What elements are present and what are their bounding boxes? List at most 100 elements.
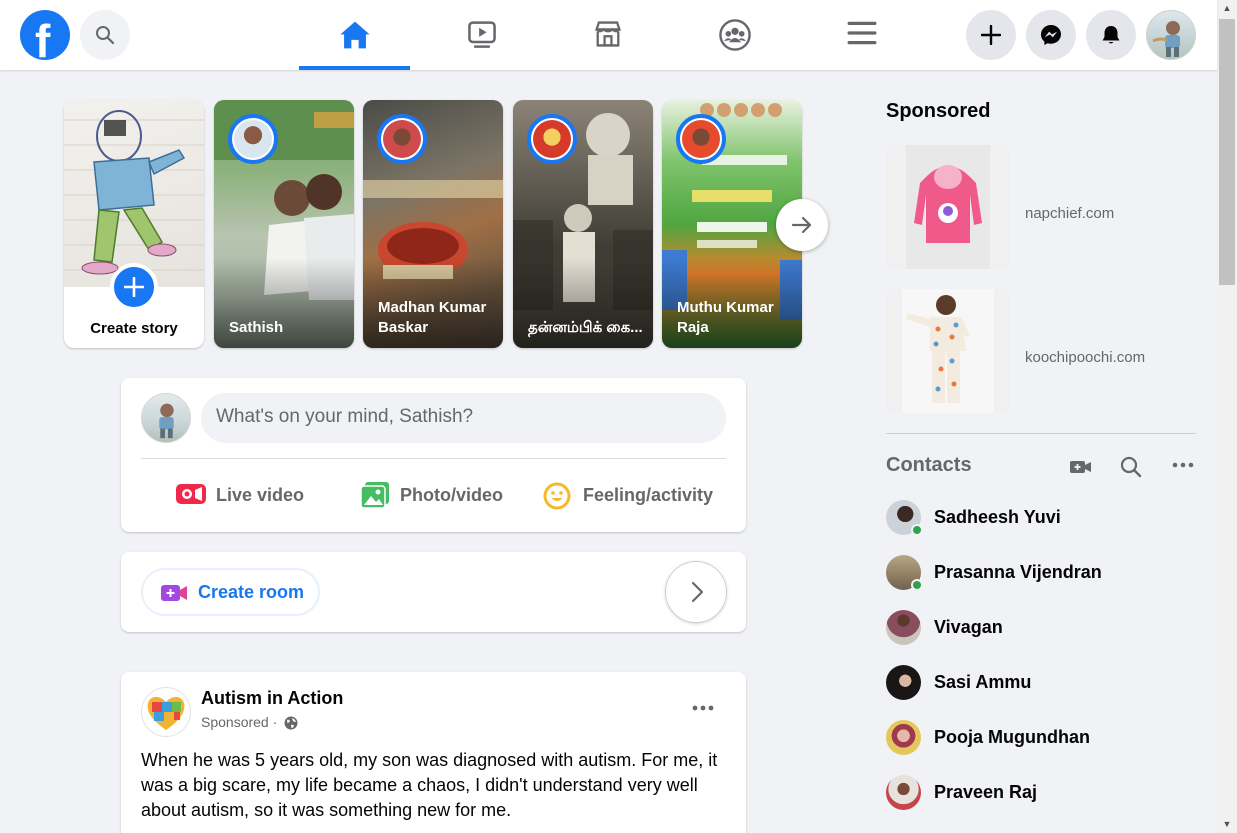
contact-avatar — [886, 720, 921, 755]
search-icon — [96, 26, 115, 45]
online-status-dot — [911, 579, 923, 591]
groups-icon — [718, 19, 751, 51]
search-icon — [1120, 456, 1142, 478]
stories-next-button[interactable] — [776, 199, 828, 251]
search-button[interactable] — [80, 10, 130, 60]
video-camera-plus-icon — [1070, 461, 1091, 473]
live-video-icon — [176, 484, 206, 504]
account-avatar[interactable] — [1146, 10, 1196, 60]
post-sponsored-label[interactable]: Sponsored · — [201, 714, 277, 730]
contact-name: Praveen Raj — [934, 782, 1038, 802]
story-author-name: Madhan Kumar Baskar — [378, 299, 487, 336]
rooms-bar: Create room — [121, 552, 746, 632]
nav-tab-menu[interactable] — [806, 0, 917, 70]
messenger-button[interactable] — [1026, 10, 1076, 60]
contact-avatar — [886, 665, 921, 700]
create-story-plus-button[interactable] — [110, 263, 158, 311]
nav-tab-groups[interactable] — [679, 0, 790, 70]
sponsored-heading: Sponsored — [886, 100, 991, 122]
home-icon — [339, 21, 370, 49]
contact-avatar — [886, 775, 921, 810]
hamburger-menu-icon — [847, 21, 876, 45]
create-room-label: Create room — [198, 582, 305, 602]
room-video-icon — [161, 585, 187, 601]
nav-tab-home[interactable] — [299, 0, 410, 70]
contact-name: Vivagan — [934, 617, 1003, 637]
post-more-options-button[interactable] — [689, 694, 717, 722]
profile-picture — [1152, 21, 1180, 57]
globe-icon — [284, 716, 298, 730]
chevron-right-icon — [691, 581, 704, 603]
story-card[interactable]: Madhan Kumar Baskar — [363, 100, 503, 348]
sponsored-ad[interactable]: napchief.com — [886, 145, 1196, 269]
nav-tab-watch[interactable] — [426, 0, 537, 70]
contact-name: Sadheesh Yuvi — [934, 507, 1061, 527]
contacts-heading: Contacts — [886, 454, 972, 476]
notifications-button[interactable] — [1086, 10, 1136, 60]
create-story-image — [64, 100, 204, 287]
top-navigation-bar: f — [0, 0, 1217, 70]
scroll-thumb[interactable] — [1219, 19, 1235, 285]
contact-name: Sasi Ammu — [934, 672, 1032, 692]
story-avatar-ring — [676, 114, 726, 164]
create-story-label: Create story — [90, 320, 178, 337]
contact-name: Prasanna Vijendran — [934, 562, 1102, 582]
scroll-down-arrow-icon[interactable]: ▼ — [1217, 816, 1237, 833]
contact-item[interactable]: Pooja Mugundhan — [886, 717, 1196, 757]
more-horizontal-icon — [692, 705, 714, 711]
contact-item[interactable]: Sasi Ammu — [886, 662, 1196, 702]
story-author-name: Muthu Kumar Raja — [677, 299, 774, 336]
scroll-up-arrow-icon[interactable]: ▲ — [1217, 0, 1237, 17]
live-video-label: Live video — [216, 485, 305, 505]
search-contacts-button[interactable] — [1119, 455, 1143, 479]
ad-domain: napchief.com — [1025, 205, 1115, 222]
post-text: When he was 5 years old, my son was diag… — [141, 750, 718, 820]
composer-avatar[interactable] — [141, 393, 191, 443]
composer-divider — [141, 458, 726, 459]
sponsored-ad[interactable]: koochipoochi.com — [886, 289, 1196, 413]
create-story-card[interactable]: Create story — [64, 100, 204, 348]
watch-icon — [467, 21, 496, 48]
ad-image — [886, 145, 1010, 269]
photo-video-label: Photo/video — [400, 485, 503, 505]
feeling-activity-label: Feeling/activity — [583, 485, 714, 505]
messenger-icon — [1041, 25, 1061, 45]
contact-item[interactable]: Vivagan — [886, 607, 1196, 647]
story-avatar-ring — [228, 114, 278, 164]
page-scrollbar[interactable]: ▲ ▼ — [1217, 0, 1237, 833]
marketplace-icon — [594, 21, 621, 47]
contact-avatar — [886, 610, 921, 645]
photo-video-icon — [360, 482, 389, 509]
story-author-name: Sathish — [229, 319, 284, 336]
nav-tab-marketplace[interactable] — [552, 0, 663, 70]
story-card[interactable]: Sathish — [214, 100, 354, 348]
online-status-dot — [911, 524, 923, 536]
feeling-icon — [543, 482, 571, 510]
create-button[interactable] — [966, 10, 1016, 60]
facebook-logo-letter: f — [35, 15, 51, 67]
post-composer: What's on your mind, Sathish? Live video… — [121, 378, 746, 532]
more-horizontal-icon — [1172, 462, 1194, 468]
contact-name: Pooja Mugundhan — [934, 727, 1090, 747]
contact-item[interactable]: Praveen Raj — [886, 772, 1196, 812]
ad-image — [886, 289, 1010, 413]
plus-icon — [124, 277, 144, 297]
story-avatar-ring — [527, 114, 577, 164]
create-room-button[interactable]: Create room — [141, 568, 320, 616]
ad-domain: koochipoochi.com — [1025, 349, 1146, 366]
arrow-right-icon — [791, 216, 812, 234]
contact-item[interactable]: Prasanna Vijendran — [886, 552, 1196, 592]
right-column-divider — [886, 433, 1196, 434]
new-room-button[interactable] — [1069, 455, 1093, 479]
facebook-logo[interactable]: f — [20, 10, 70, 67]
contacts-options-button[interactable] — [1171, 455, 1195, 479]
page-avatar[interactable] — [141, 687, 191, 737]
feed-post: Autism in Action Sponsored · When he was… — [121, 672, 746, 833]
plus-icon — [981, 25, 1001, 45]
contact-item[interactable]: Sadheesh Yuvi — [886, 497, 1196, 537]
whats-on-your-mind-input[interactable]: What's on your mind, Sathish? — [201, 393, 726, 443]
rooms-next-button[interactable] — [665, 561, 727, 623]
story-card[interactable]: தன்னம்பிக் கை... — [513, 100, 653, 348]
post-page-name[interactable]: Autism in Action — [201, 688, 343, 709]
bell-icon — [1102, 26, 1120, 44]
